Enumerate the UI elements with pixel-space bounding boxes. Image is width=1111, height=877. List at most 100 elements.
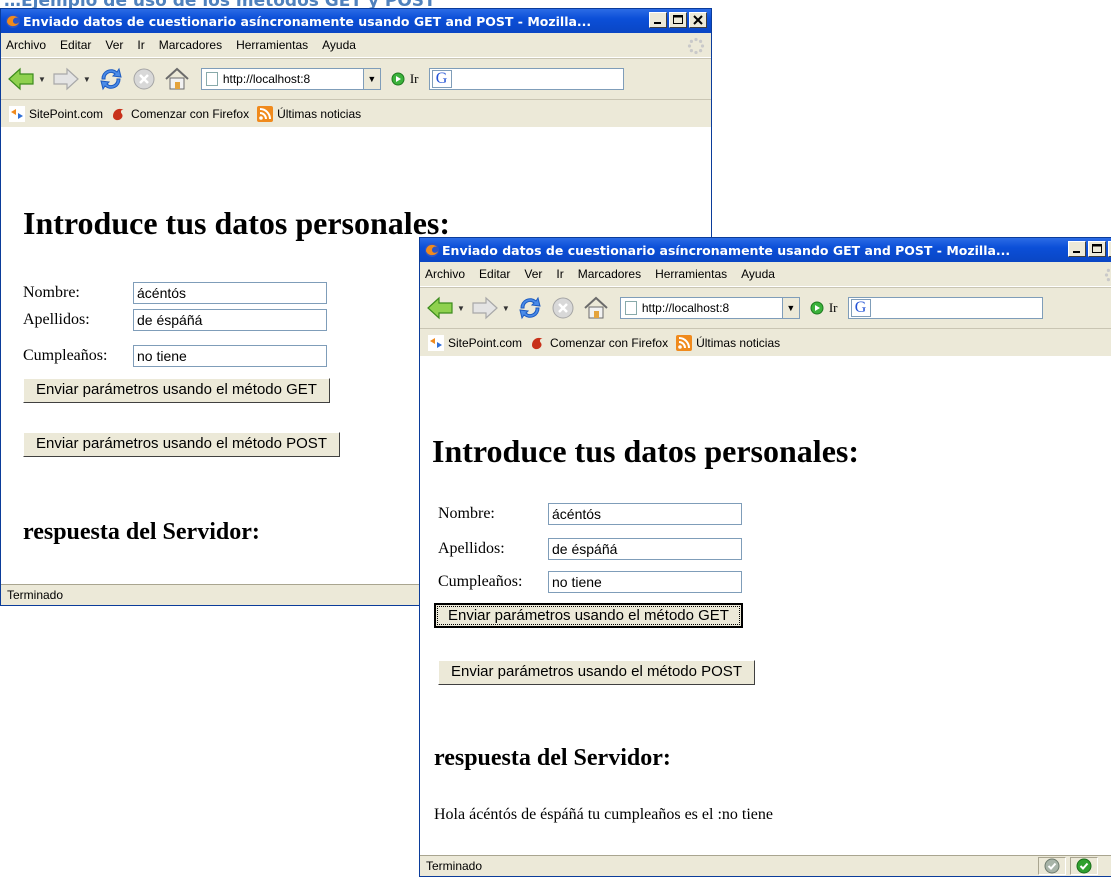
go-button[interactable]: Ir [391,71,419,87]
bookmark-label: Últimas noticias [696,336,781,350]
bookmark-sitepoint[interactable]: SitePoint.com [9,106,103,122]
stop-button[interactable] [131,66,157,92]
reload-icon [100,67,122,91]
back-arrow-icon [427,296,453,320]
menu-herramientas[interactable]: Herramientas [648,267,734,281]
url-dropdown-icon[interactable]: ▼ [362,69,380,89]
menu-marcadores[interactable]: Marcadores [152,38,229,52]
google-search-icon[interactable]: G [431,70,452,88]
window-title: Enviado datos de cuestionario asíncronam… [442,242,1011,258]
nombre-input[interactable]: ácéntós [548,503,742,525]
rss-feed-icon [676,335,693,351]
form-row-nombre: Nombre: ácéntós [438,502,742,526]
google-search-icon[interactable]: G [850,299,871,317]
nombre-label: Nombre: [438,505,495,522]
bookmarks-toolbar: SitePoint.com Comenzar con Firefox Últim… [1,99,711,129]
home-button[interactable] [163,66,191,92]
apellidos-input[interactable]: de éspáñá [548,538,742,560]
minimize-icon [654,22,661,24]
title-bar[interactable]: Enviado datos de cuestionario asíncronam… [1,9,711,33]
reload-button[interactable] [516,294,544,322]
menu-editar[interactable]: Editar [53,38,98,52]
menu-archivo[interactable]: Archivo [420,267,472,281]
home-icon [584,296,608,319]
url-bar[interactable]: http://localhost:8 ▼ [200,68,381,90]
throbber-icon [687,37,705,55]
maximize-icon [1092,244,1102,253]
close-icon [693,15,703,25]
nombre-input[interactable]: ácéntós [133,282,327,304]
submit-post-button[interactable]: Enviar parámetros usando el método POST [438,660,755,685]
close-button[interactable] [689,12,707,28]
server-response-text: Hola ácéntós de éspáñá tu cumpleaños es … [434,806,773,823]
sitepoint-icon [428,335,444,351]
page-status-icon[interactable] [1070,857,1098,875]
forward-dropdown-icon[interactable]: ▼ [502,304,510,313]
menu-archivo[interactable]: Archivo [1,38,53,52]
check-green-icon [1076,858,1092,874]
page-content: Introduce tus datos personales: Nombre: … [420,356,1111,854]
menu-herramientas[interactable]: Herramientas [229,38,315,52]
back-button[interactable]: ▼ [7,67,46,91]
back-button[interactable]: ▼ [426,296,465,320]
apellidos-input[interactable]: de éspáñá [133,309,327,331]
url-text: http://localhost:8 [641,301,730,315]
minimize-button[interactable] [649,12,667,28]
reload-button[interactable] [97,65,125,93]
bookmark-label: Últimas noticias [277,107,362,121]
go-button[interactable]: Ir [810,300,838,316]
menu-ir[interactable]: Ir [130,38,151,52]
menu-marcadores[interactable]: Marcadores [571,267,648,281]
menu-ver[interactable]: Ver [98,38,130,52]
maximize-button[interactable] [1088,241,1106,257]
go-icon [810,301,824,315]
apellidos-label: Apellidos: [23,311,90,328]
back-dropdown-icon[interactable]: ▼ [457,304,465,313]
form-row-nombre: Nombre: ácéntós [23,281,327,305]
forward-arrow-icon [53,67,79,91]
bookmark-comenzar-firefox[interactable]: Comenzar con Firefox [530,335,668,351]
go-label: Ir [828,300,838,315]
forward-dropdown-icon[interactable]: ▼ [83,75,91,84]
maximize-button[interactable] [669,12,687,28]
bookmark-label: SitePoint.com [29,107,104,121]
search-box[interactable]: G [428,68,624,90]
menu-bar: Archivo Editar Ver Ir Marcadores Herrami… [1,33,711,58]
forward-button[interactable]: ▼ [52,67,91,91]
stop-icon [133,68,155,90]
home-button[interactable] [582,295,610,321]
submit-get-button[interactable]: Enviar parámetros usando el método GET [23,378,330,403]
stop-button[interactable] [550,295,576,321]
search-box[interactable]: G [847,297,1043,319]
menu-ver[interactable]: Ver [517,267,549,281]
minimize-button[interactable] [1068,241,1086,257]
submit-get-button[interactable]: Enviar parámetros usando el método GET [434,603,743,628]
firefox-icon [6,14,20,28]
forward-button[interactable]: ▼ [471,296,510,320]
bookmark-comenzar-firefox[interactable]: Comenzar con Firefox [111,106,249,122]
status-bar: Terminado [420,855,1111,876]
bookmarks-toolbar: SitePoint.com Comenzar con Firefox Últim… [420,328,1111,358]
back-dropdown-icon[interactable]: ▼ [38,75,46,84]
firefox-icon [425,243,439,257]
check-circle-icon [1044,858,1060,874]
home-icon [165,67,189,90]
form-row-cumpleanos: Cumpleaños: no tiene [23,344,327,368]
response-heading: respuesta del Servidor: [434,745,671,771]
url-dropdown-icon[interactable]: ▼ [781,298,799,318]
menu-bar: Archivo Editar Ver Ir Marcadores Herrami… [420,262,1111,287]
bookmark-ultimas-noticias[interactable]: Últimas noticias [257,106,361,122]
title-bar[interactable]: Enviado datos de cuestionario asíncronam… [420,238,1111,262]
security-status-icon[interactable] [1038,857,1066,875]
bookmark-ultimas-noticias[interactable]: Últimas noticias [676,335,780,351]
menu-ayuda[interactable]: Ayuda [734,267,782,281]
cumpleanos-input[interactable]: no tiene [548,571,742,593]
menu-editar[interactable]: Editar [472,267,517,281]
menu-ayuda[interactable]: Ayuda [315,38,363,52]
nombre-label: Nombre: [23,284,80,301]
menu-ir[interactable]: Ir [549,267,570,281]
submit-post-button[interactable]: Enviar parámetros usando el método POST [23,432,340,457]
bookmark-sitepoint[interactable]: SitePoint.com [428,335,522,351]
url-bar[interactable]: http://localhost:8 ▼ [619,297,800,319]
cumpleanos-input[interactable]: no tiene [133,345,327,367]
